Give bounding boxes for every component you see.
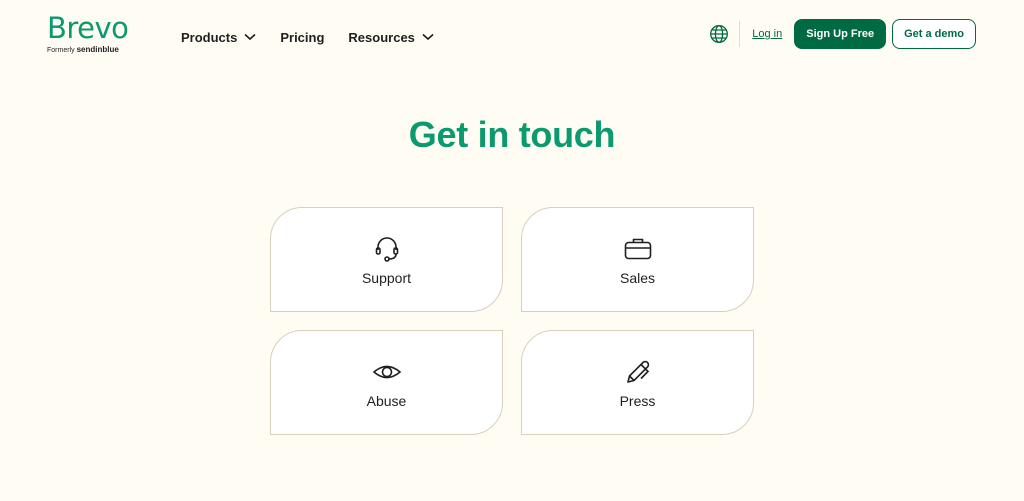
site-header: Brevo Formerly sendinblue Products Prici… — [0, 0, 1024, 70]
contact-card-sales[interactable]: Sales — [521, 207, 754, 312]
briefcase-icon — [624, 238, 651, 259]
headset-icon — [375, 236, 398, 262]
get-a-demo-button[interactable]: Get a demo — [892, 19, 976, 49]
nav-item-pricing[interactable]: Pricing — [280, 28, 324, 46]
chevron-down-icon — [244, 33, 256, 41]
nav-item-label: Pricing — [280, 29, 325, 45]
nav-item-resources[interactable]: Resources — [348, 28, 434, 46]
header-actions: Log in Sign Up Free Get a demo — [709, 19, 976, 49]
globe-icon[interactable] — [709, 24, 729, 44]
contact-card-abuse[interactable]: Abuse — [270, 330, 503, 435]
logo-wordmark: Brevo — [47, 11, 129, 45]
header-divider — [739, 21, 741, 47]
contact-options: Support Sales Abuse Press — [270, 207, 754, 435]
login-link[interactable]: Log in — [752, 28, 782, 40]
card-label: Sales — [619, 269, 656, 286]
contact-card-support[interactable]: Support — [270, 207, 503, 312]
logo-subtitle: Formerly sendinblue — [47, 45, 128, 54]
page-title: Get in touch — [408, 114, 616, 155]
card-label: Press — [619, 392, 656, 409]
nav-item-label: Resources — [348, 29, 415, 45]
main-nav: Products Pricing Resources — [181, 28, 434, 46]
card-label: Abuse — [366, 392, 407, 409]
pencil-icon — [626, 360, 649, 383]
brevo-logo[interactable]: Brevo Formerly sendinblue — [47, 11, 129, 55]
eye-icon — [372, 365, 401, 378]
nav-item-label: Products — [181, 29, 238, 45]
sign-up-free-button[interactable]: Sign Up Free — [794, 19, 887, 49]
chevron-down-icon — [422, 33, 434, 41]
nav-item-products[interactable]: Products — [181, 28, 256, 46]
formerly-prefix: Formerly — [47, 47, 75, 54]
contact-card-press[interactable]: Press — [521, 330, 754, 435]
card-label: Support — [361, 269, 412, 286]
formerly-name: sendinblue — [76, 45, 119, 54]
